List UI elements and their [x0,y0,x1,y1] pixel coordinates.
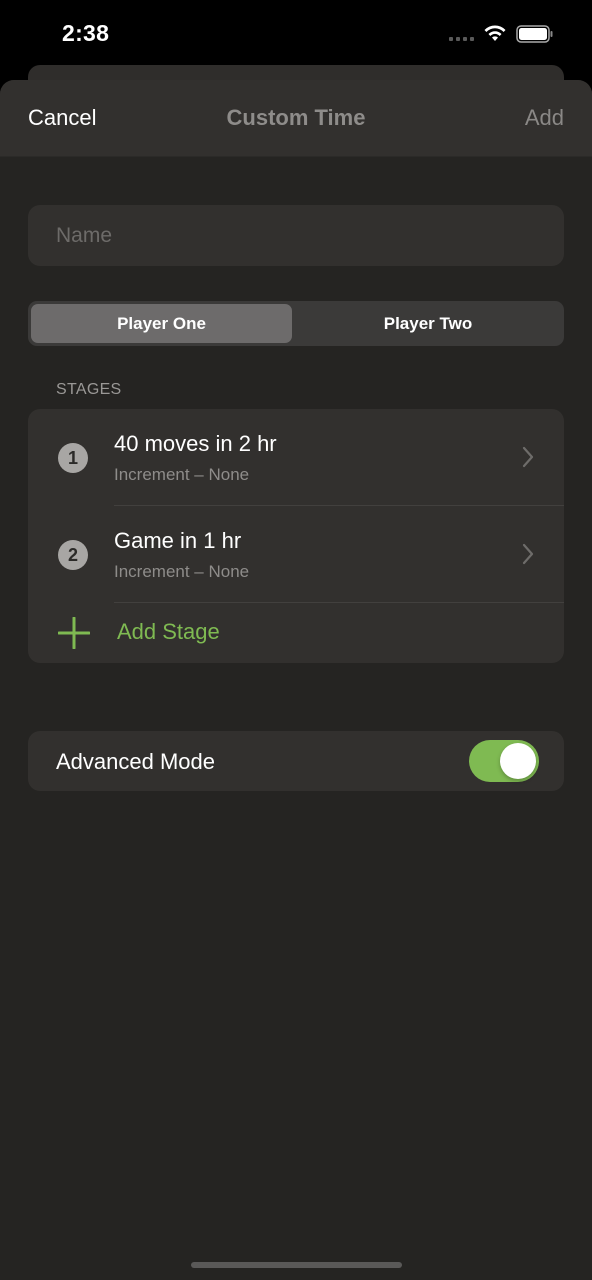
wifi-icon [484,25,506,41]
home-indicator [191,1262,402,1268]
player-segmented-control: Player One Player Two [28,301,564,346]
advanced-mode-row: Advanced Mode [28,731,564,791]
advanced-mode-label: Advanced Mode [56,749,215,774]
stage-number-badge: 1 [58,443,88,473]
stages-section-header: STAGES [56,381,122,398]
add-button[interactable]: Add [525,105,564,131]
status-time: 2:38 [62,20,110,46]
stage-subtitle: Increment – None [114,562,250,581]
stage-row-2[interactable]: 2 Game in 1 hr Increment – None [28,506,564,603]
stage-number-badge: 2 [58,540,88,570]
segment-player-one[interactable]: Player One [31,304,292,343]
stages-list: 1 40 moves in 2 hr Increment – None 2 Ga… [28,409,564,663]
stage-title: Game in 1 hr [114,528,242,553]
status-bar: 2:38 [0,0,592,66]
stage-title: 40 moves in 2 hr [114,431,277,456]
chevron-right-icon [522,446,534,468]
add-stage-label: Add Stage [117,619,220,644]
nav-bar: Cancel Custom Time Add [0,80,592,157]
page-title: Custom Time [226,105,366,130]
advanced-mode-toggle[interactable] [469,740,539,782]
plus-icon [58,617,90,649]
chevron-right-icon [522,543,534,565]
add-stage-button[interactable]: Add Stage [28,603,564,663]
stage-row-1[interactable]: 1 40 moves in 2 hr Increment – None [28,409,564,506]
custom-time-sheet: Cancel Custom Time Add Player One Player… [0,80,592,1280]
battery-icon [516,25,553,43]
signal-dots-icon [449,37,474,41]
stage-subtitle: Increment – None [114,465,250,484]
toggle-knob [500,743,536,779]
name-input[interactable] [28,205,564,266]
segment-player-two[interactable]: Player Two [295,304,561,343]
